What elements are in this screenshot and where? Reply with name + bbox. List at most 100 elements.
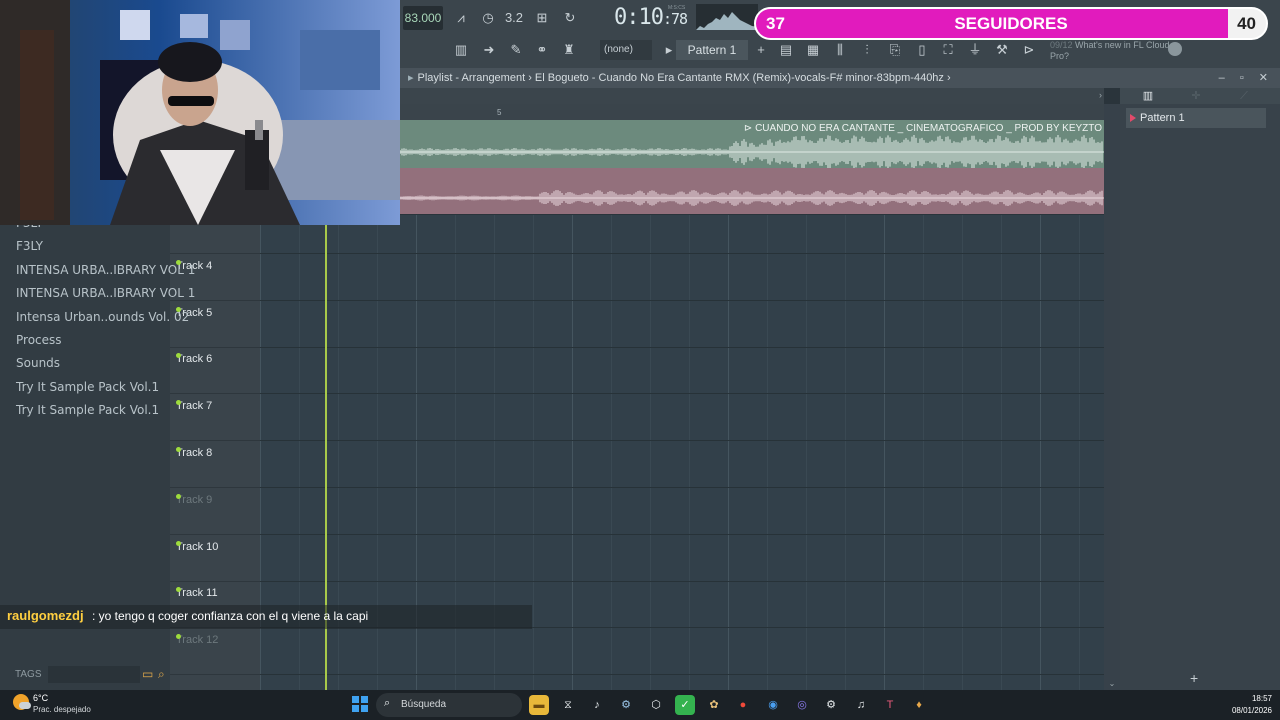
browser-item[interactable]: Try It Sample Pack Vol.1 bbox=[16, 403, 159, 417]
audio-clip-beat[interactable]: ⊳ CUANDO NO ERA CANTANTE _ CINEMATOGRAFI… bbox=[400, 120, 1104, 168]
track-separator bbox=[170, 674, 260, 676]
browser-icon[interactable]: ⛶ bbox=[937, 40, 959, 60]
track-row-line bbox=[260, 580, 1104, 582]
plug-icon[interactable]: ⏚ bbox=[964, 40, 986, 60]
playlist-icon[interactable]: ▤ bbox=[775, 40, 797, 60]
clock[interactable]: 18:57 08/01/2026 bbox=[1232, 693, 1272, 717]
track-label: Track 12 bbox=[176, 634, 219, 647]
stamp-icon[interactable]: ♜ bbox=[558, 40, 580, 60]
add-icon[interactable]: + bbox=[1190, 670, 1198, 686]
picker-pattern-item[interactable]: Pattern 1 bbox=[1126, 108, 1266, 128]
window-controls[interactable]: – ▫ ✕ bbox=[1219, 68, 1274, 88]
scroll-right-icon[interactable]: › bbox=[1099, 90, 1102, 100]
picker-panel: ▥ ✛ ⟋ Pattern 1 + bbox=[1120, 88, 1280, 690]
start-icon[interactable] bbox=[352, 696, 368, 712]
grid-line bbox=[767, 215, 768, 690]
fl-studio-icon[interactable]: ✿ bbox=[704, 695, 724, 715]
track-separator bbox=[170, 253, 260, 254]
browser-item[interactable]: INTENSA URBA..IBRARY VOL 1 bbox=[16, 263, 195, 277]
snap-select[interactable]: (none) bbox=[600, 40, 652, 60]
weather-description[interactable]: Prac. despejado bbox=[33, 705, 91, 714]
grid-line bbox=[1040, 215, 1041, 690]
news-panel[interactable]: 09/12 What's new in FL Cloud Pro? bbox=[1050, 40, 1170, 64]
globe-icon[interactable] bbox=[1168, 42, 1182, 56]
clip-icon[interactable]: ⊳ bbox=[1018, 40, 1040, 60]
track-separator bbox=[170, 533, 260, 535]
browser-item[interactable]: INTENSA URBA..IBRARY VOL 1 bbox=[16, 286, 195, 300]
capcut-icon[interactable]: ⧖ bbox=[558, 695, 578, 715]
folder-icon[interactable]: ▭ bbox=[142, 667, 153, 681]
fl-studio-app-icon[interactable]: ♦ bbox=[909, 695, 929, 715]
channel-rack-icon[interactable]: ▦ bbox=[802, 40, 824, 60]
audio-clip-vocals[interactable] bbox=[400, 168, 1104, 214]
track-led-icon[interactable] bbox=[176, 447, 181, 452]
tempo-display[interactable]: 83.000 bbox=[403, 6, 443, 30]
track-led-icon[interactable] bbox=[176, 540, 181, 546]
settings-icon[interactable]: ⚙ bbox=[821, 695, 841, 715]
tiktok-icon[interactable]: ♪ bbox=[587, 695, 607, 715]
grid-line bbox=[884, 215, 885, 690]
step-edit-icon[interactable]: ⊞ bbox=[531, 8, 553, 28]
clock-date: 08/01/2026 bbox=[1231, 706, 1272, 715]
track-label: Track 11 bbox=[176, 587, 218, 600]
grid-line bbox=[572, 215, 573, 690]
piano-icon[interactable]: ▥ bbox=[1140, 88, 1156, 104]
followers-goal: 37 SEGUIDORES 40 bbox=[754, 7, 1268, 40]
link-icon[interactable]: ⚭ bbox=[531, 40, 553, 60]
browser-item[interactable]: Intensa Urban..ounds Vol. 02 bbox=[16, 310, 189, 324]
wait-record-icon[interactable]: ◷ bbox=[477, 8, 499, 28]
followers-label: SEGUIDORES bbox=[954, 14, 1068, 33]
piano-roll-icon[interactable]: ▥ bbox=[450, 40, 472, 60]
weather-temperature[interactable]: 6°C bbox=[33, 693, 48, 703]
grid-line bbox=[923, 215, 924, 690]
grid-line bbox=[806, 215, 807, 690]
search-icon[interactable]: ⌕ bbox=[158, 667, 172, 681]
weather-icon[interactable] bbox=[13, 694, 31, 710]
tags-input[interactable] bbox=[48, 666, 140, 683]
taskbar: 6°C Prac. despejado ⌕ Búsqueda ▬ ⧖ ♪ ⚙ ⬡… bbox=[0, 690, 1280, 720]
brush-icon[interactable]: ✎ bbox=[505, 40, 527, 60]
grid-line bbox=[533, 215, 534, 690]
audio-icon[interactable]: ✛ bbox=[1188, 88, 1204, 104]
pattern-select[interactable]: Pattern 1 bbox=[676, 40, 748, 60]
chat-username: raulgomezdj bbox=[7, 608, 84, 623]
file-icon[interactable]: ▯ bbox=[911, 40, 933, 60]
scroll-down-icon[interactable]: ⌄ bbox=[1104, 678, 1120, 690]
loop-record-icon[interactable]: ↻ bbox=[559, 8, 581, 28]
grid-line bbox=[650, 215, 651, 690]
automation-icon[interactable]: ⟋ bbox=[1236, 88, 1252, 104]
browser-item[interactable]: Sounds bbox=[16, 356, 60, 370]
track-separator bbox=[170, 440, 260, 442]
browser-item[interactable]: F3LY bbox=[16, 239, 43, 253]
text-app-icon[interactable]: T bbox=[880, 695, 900, 715]
mixer-icon[interactable]: ⫼ bbox=[829, 40, 851, 60]
taskbar-search[interactable]: ⌕ Búsqueda bbox=[376, 693, 522, 717]
chrome-icon[interactable]: ◉ bbox=[763, 695, 783, 715]
vertical-scrollbar[interactable]: ⌄ bbox=[1104, 104, 1120, 690]
track-row-line bbox=[260, 487, 1104, 488]
opera-icon[interactable]: ● bbox=[733, 695, 753, 715]
steam-icon[interactable]: ⚙ bbox=[616, 695, 636, 715]
plugin-icon[interactable]: ⎘ bbox=[884, 40, 906, 60]
spreadsheet-icon[interactable]: ✓ bbox=[675, 695, 695, 715]
file-explorer-icon[interactable]: ▬ bbox=[529, 695, 549, 715]
countdown-icon[interactable]: 3.2 bbox=[503, 8, 525, 28]
discord-icon[interactable]: ◎ bbox=[792, 695, 812, 715]
clip-title: ⊳ CUANDO NO ERA CANTANTE _ CINEMATOGRAFI… bbox=[743, 123, 1102, 134]
timeline-ruler[interactable]: 5 bbox=[400, 104, 1104, 120]
grid-line bbox=[611, 215, 612, 690]
browser-item[interactable]: Process bbox=[16, 333, 62, 347]
track-row-line bbox=[260, 253, 1104, 254]
metronome-icon[interactable]: ⩘ bbox=[450, 8, 472, 28]
horizontal-scrollbar[interactable]: › bbox=[400, 88, 1104, 104]
track-led-icon[interactable] bbox=[176, 493, 181, 499]
browser-item[interactable]: Try It Sample Pack Vol.1 bbox=[16, 380, 159, 394]
picker-header: ▥ ✛ ⟋ bbox=[1120, 88, 1280, 104]
mixer-sliders-icon[interactable]: ⫶ bbox=[856, 40, 878, 60]
arrow-right-icon[interactable]: ➜ bbox=[478, 40, 500, 60]
add-pattern-icon[interactable]: + bbox=[750, 40, 772, 60]
playlist-title-bar[interactable]: ▸ Playlist - Arrangement › El Bogueto - C… bbox=[400, 68, 1280, 88]
tiktok-studio-icon[interactable]: ♫ bbox=[851, 695, 871, 715]
wrench-icon[interactable]: ⚒ bbox=[991, 40, 1013, 60]
obs-icon[interactable]: ⬡ bbox=[646, 695, 666, 715]
